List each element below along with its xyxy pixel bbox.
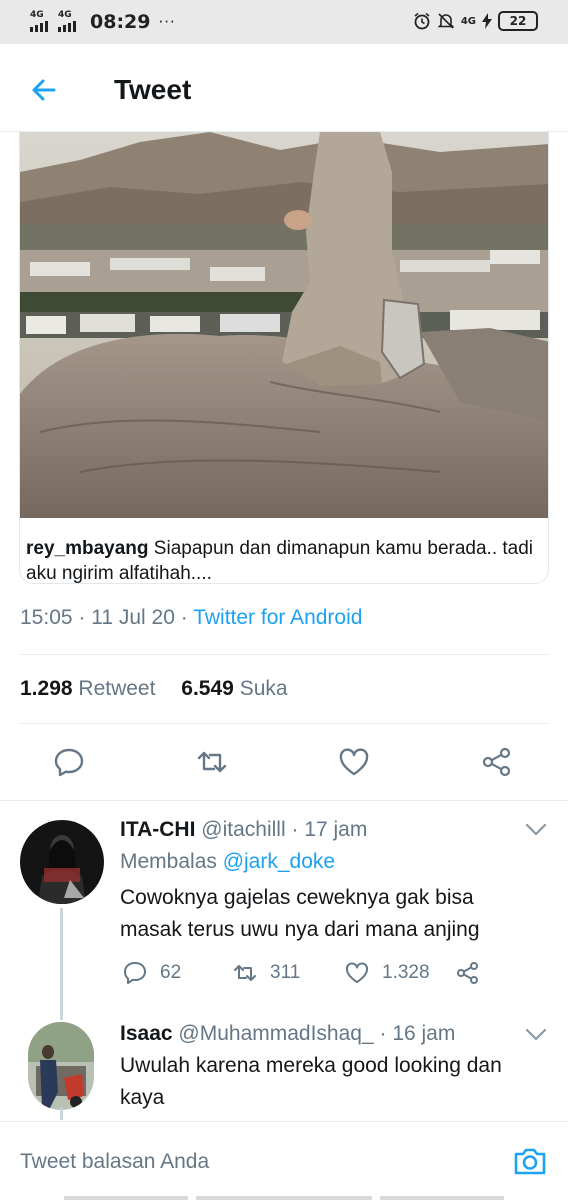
display-name[interactable]: Isaac <box>120 1022 173 1045</box>
retweet-count: 1.298 <box>20 677 73 700</box>
divider <box>0 800 568 801</box>
reply-count: 62 <box>160 962 182 983</box>
separator: · <box>174 606 194 629</box>
tweet-date: 11 Jul 20 <box>91 606 175 629</box>
battery-indicator: 22 <box>498 11 538 31</box>
mention-link[interactable]: @jark_doke <box>223 850 335 873</box>
reply-like-button[interactable]: 1.328 <box>344 960 430 986</box>
more-notifications-icon: ··· <box>158 13 176 31</box>
reply-icon[interactable] <box>52 745 86 779</box>
quoted-media-card[interactable]: rey_mbayang Siapapun dan dimanapun kamu … <box>19 132 549 584</box>
avatar[interactable] <box>28 1022 94 1110</box>
status-bar: 4G 4G 08:29 ··· 4G 22 <box>0 0 568 44</box>
replying-label: Membalas <box>120 850 223 873</box>
retweet-count-link[interactable]: 1.298 Retweet <box>20 677 155 700</box>
reply-time: · 16 jam <box>379 1022 456 1045</box>
back-arrow-icon[interactable] <box>26 72 62 108</box>
tweet-stats: 1.298 Retweet 6.549 Suka <box>20 677 288 701</box>
divider <box>20 723 549 724</box>
charging-icon <box>482 13 492 29</box>
like-label: Suka <box>239 677 288 700</box>
tweet-source-link[interactable]: Twitter for Android <box>193 606 362 629</box>
avatar[interactable] <box>20 820 104 904</box>
reply-icon <box>124 962 146 984</box>
reply-retweet-button[interactable]: 311 <box>232 960 300 986</box>
user-handle[interactable]: @MuhammadIshaq_ <box>178 1022 373 1045</box>
network-type: 4G <box>30 10 44 20</box>
tweet-time: 15:05 <box>20 606 73 629</box>
network-type: 4G <box>460 15 476 27</box>
reply-compose-bar[interactable]: Tweet balasan Anda <box>0 1121 568 1200</box>
nav-hint <box>64 1196 188 1200</box>
retweet-icon <box>234 965 256 981</box>
like-count-link[interactable]: 6.549 Suka <box>181 677 287 700</box>
thread-line <box>60 908 63 1020</box>
chevron-down-icon[interactable] <box>525 1028 547 1042</box>
divider <box>20 654 549 655</box>
retweet-count: 311 <box>270 962 301 983</box>
reply-input[interactable]: Tweet balasan Anda <box>20 1150 209 1174</box>
user-handle[interactable]: @itachilll <box>201 818 285 841</box>
nav-hint <box>380 1196 504 1200</box>
replying-to: Membalas @jark_doke <box>120 850 335 874</box>
caption-username: rey_mbayang <box>26 538 149 559</box>
like-count: 1.328 <box>382 962 430 983</box>
thread-line <box>60 1108 63 1120</box>
signal-icon: 4G <box>58 10 82 32</box>
reply-text: Uwulah karena mereka good looking dan ka… <box>120 1054 502 1109</box>
reply-text: Cowoknya gajelas ceweknya gak bisa masak… <box>120 886 480 941</box>
share-icon <box>457 962 478 984</box>
reply-header: Isaac @MuhammadIshaq_ · 16 jam <box>120 1022 455 1046</box>
reply-time: · 17 jam <box>291 818 368 841</box>
retweet-label: Retweet <box>78 677 156 700</box>
separator: · <box>72 606 92 629</box>
page-title: Tweet <box>114 74 192 105</box>
nav-hint <box>196 1196 372 1200</box>
like-count: 6.549 <box>181 677 234 700</box>
photo-caption: rey_mbayang Siapapun dan dimanapun kamu … <box>26 536 546 583</box>
status-time: 08:29 <box>90 11 151 33</box>
reply-comment-button[interactable]: 62 <box>122 960 181 986</box>
mute-icon <box>437 13 455 29</box>
reply-header: ITA-CHI @itachilll · 17 jam <box>120 818 367 842</box>
share-icon[interactable] <box>480 745 514 779</box>
camera-icon[interactable] <box>513 1145 547 1177</box>
chevron-down-icon[interactable] <box>525 823 547 837</box>
app-header: Tweet <box>0 44 568 132</box>
display-name[interactable]: ITA-CHI <box>120 818 195 841</box>
reply-share-button[interactable] <box>455 960 481 986</box>
like-icon[interactable] <box>337 745 371 779</box>
signal-icon: 4G <box>30 10 54 32</box>
retweet-icon[interactable] <box>195 745 229 779</box>
like-icon <box>345 962 369 983</box>
alarm-icon <box>414 12 430 30</box>
network-type: 4G <box>58 10 72 20</box>
tweet-photo[interactable] <box>20 132 549 518</box>
tweet-timestamp: 15:05 · 11 Jul 20 · Twitter for Android <box>20 606 362 630</box>
